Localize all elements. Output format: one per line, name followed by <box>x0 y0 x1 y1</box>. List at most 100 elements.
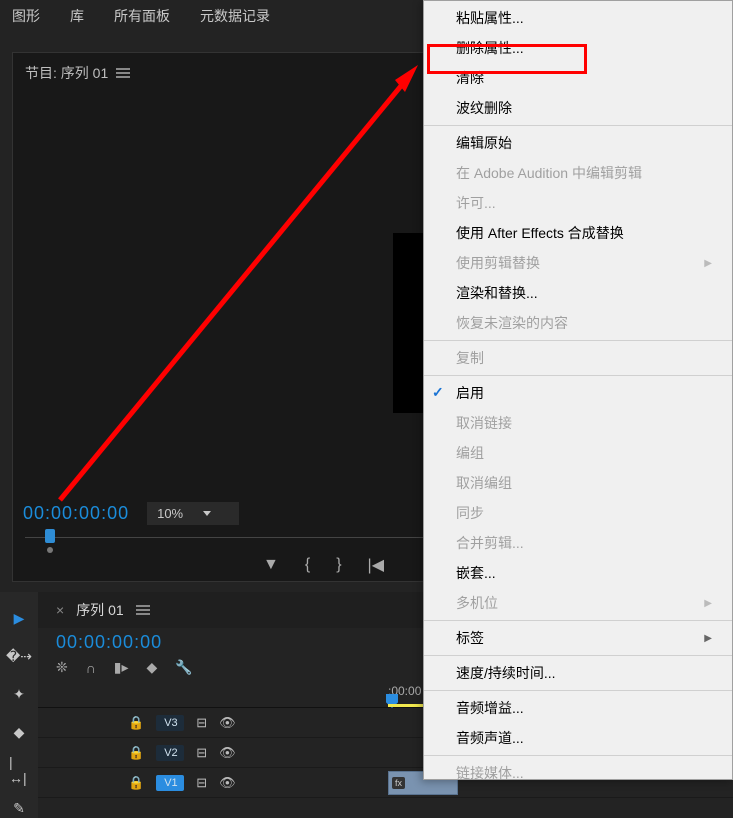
program-timecode[interactable]: 00:00:00:00 <box>23 503 129 524</box>
in-point-icon[interactable]: { <box>305 556 310 574</box>
menu-item: 许可... <box>424 188 732 218</box>
menu-item-label: 在 Adobe Audition 中编辑剪辑 <box>456 163 642 183</box>
menu-item: 取消链接 <box>424 408 732 438</box>
menu-item-label: 使用剪辑替换 <box>456 253 540 273</box>
panel-menu-icon[interactable] <box>116 68 130 78</box>
menu-item[interactable]: ✓启用 <box>424 378 732 408</box>
chevron-down-icon <box>203 511 211 516</box>
menu-item[interactable]: 嵌套... <box>424 558 732 588</box>
track-label[interactable]: V2 <box>156 745 184 761</box>
menu-section: 链接媒体...设为脱机... <box>424 756 732 780</box>
menu-item-label: 取消编组 <box>456 473 512 493</box>
tab-all-panels[interactable]: 所有面板 <box>114 6 170 26</box>
marker-icon[interactable]: ▼ <box>263 556 279 574</box>
lock-icon[interactable]: 🔒 <box>128 715 144 731</box>
lock-icon[interactable]: 🔒 <box>128 745 144 761</box>
eye-icon[interactable]: 👁 <box>219 745 236 761</box>
menu-item-label: 同步 <box>456 503 484 523</box>
track-label[interactable]: V3 <box>156 715 184 731</box>
menu-item[interactable]: 音频声道... <box>424 723 732 753</box>
magnet-icon[interactable]: ∩ <box>86 660 96 676</box>
close-tab-icon[interactable]: × <box>56 602 64 618</box>
menu-item: 合并剪辑... <box>424 528 732 558</box>
menu-item: 在 Adobe Audition 中编辑剪辑 <box>424 158 732 188</box>
menu-item-label: 编辑原始 <box>456 133 512 153</box>
rate-stretch-tool[interactable]: ◆ <box>9 722 29 742</box>
track-output-icon[interactable]: ⊟ <box>196 775 207 791</box>
menu-item: 多机位▶ <box>424 588 732 618</box>
menu-section: 速度/持续时间... <box>424 656 732 691</box>
tab-metadata[interactable]: 元数据记录 <box>200 6 270 26</box>
lock-icon[interactable]: 🔒 <box>128 775 144 791</box>
track-header: 🔒 V1 ⊟ 👁 <box>38 775 378 791</box>
menu-item-label: 启用 <box>456 383 484 403</box>
out-point-icon[interactable]: } <box>336 556 341 574</box>
submenu-arrow-icon: ▶ <box>704 258 712 269</box>
eye-icon[interactable]: 👁 <box>219 715 236 731</box>
slip-tool[interactable]: |↔| <box>9 760 29 780</box>
menu-section: ✓启用取消链接编组取消编组同步合并剪辑... 嵌套... 多机位▶ <box>424 376 732 621</box>
fx-badge: fx <box>392 777 405 789</box>
menu-item[interactable]: 波纹删除 <box>424 93 732 123</box>
menu-item-label: 标签 <box>456 628 484 648</box>
menu-item-label: 使用 After Effects 合成替换 <box>456 223 624 243</box>
menu-item: 链接媒体... <box>424 758 732 780</box>
menu-item-label: 删除属性... <box>456 38 524 58</box>
menu-item[interactable]: 编辑原始 <box>424 128 732 158</box>
menu-item[interactable]: 使用 After Effects 合成替换 <box>424 218 732 248</box>
menu-item-label: 链接媒体... <box>456 763 524 780</box>
menu-section: 粘贴属性... 删除属性... 清除波纹删除 <box>424 1 732 126</box>
menu-item-label: 恢复未渲染的内容 <box>456 313 568 333</box>
zoom-dropdown[interactable]: 10% <box>147 502 239 525</box>
menu-item-label: 音频声道... <box>456 728 524 748</box>
timeline-menu-icon[interactable] <box>136 605 150 615</box>
menu-item-label: 清除 <box>456 68 484 88</box>
menu-item: 取消编组 <box>424 468 732 498</box>
menu-item-label: 复制 <box>456 348 484 368</box>
menu-section: 复制 <box>424 341 732 376</box>
menu-item-label: 嵌套... <box>456 563 496 583</box>
selection-tool[interactable]: ▶ <box>9 608 29 628</box>
marker-add-icon[interactable]: ◆ <box>147 659 158 676</box>
menu-item[interactable]: 标签▶ <box>424 623 732 653</box>
eye-icon[interactable]: 👁 <box>219 775 236 791</box>
menu-item[interactable]: 渲染和替换... <box>424 278 732 308</box>
menu-item-label: 合并剪辑... <box>456 533 524 553</box>
tool-column: ▶ �⇢ ✦ ◆ |↔| ✎ <box>0 592 38 818</box>
menu-item-label: 多机位 <box>456 593 498 613</box>
program-panel-title: 节目: 序列 01 <box>25 63 108 83</box>
menu-item[interactable]: 删除属性... <box>424 33 732 63</box>
snap-icon[interactable]: ❊ <box>56 659 68 676</box>
ripple-edit-tool[interactable]: ✦ <box>9 684 29 704</box>
menu-item[interactable]: 粘贴属性... <box>424 3 732 33</box>
step-back-icon[interactable]: |◀ <box>368 555 384 575</box>
menu-item: 编组 <box>424 438 732 468</box>
sequence-tab-name[interactable]: 序列 01 <box>76 600 123 620</box>
menu-item: 复制 <box>424 343 732 373</box>
track-output-icon[interactable]: ⊟ <box>196 745 207 761</box>
scrub-handle[interactable] <box>45 529 55 543</box>
menu-item-label: 渲染和替换... <box>456 283 538 303</box>
program-control-icons: ▼ { } |◀ <box>263 555 384 575</box>
menu-item-label: 音频增益... <box>456 698 524 718</box>
menu-item-label: 波纹删除 <box>456 98 512 118</box>
menu-item[interactable]: 清除 <box>424 63 732 93</box>
tab-library[interactable]: 库 <box>70 6 84 26</box>
track-output-icon[interactable]: ⊟ <box>196 715 207 731</box>
menu-item[interactable]: 音频增益... <box>424 693 732 723</box>
menu-item-label: 取消链接 <box>456 413 512 433</box>
track-select-tool[interactable]: �⇢ <box>9 646 29 666</box>
tab-graphics[interactable]: 图形 <box>12 6 40 26</box>
scrub-marker <box>47 547 53 553</box>
menu-item: 同步 <box>424 498 732 528</box>
menu-item[interactable]: 速度/持续时间... <box>424 658 732 688</box>
linked-selection-icon[interactable]: ▮▸ <box>114 659 129 676</box>
wrench-icon[interactable]: 🔧 <box>175 659 192 676</box>
menu-item-label: 编组 <box>456 443 484 463</box>
track-label[interactable]: V1 <box>156 775 184 791</box>
menu-item: 使用剪辑替换 ▶ <box>424 248 732 278</box>
context-menu: 粘贴属性... 删除属性... 清除波纹删除编辑原始在 Adobe Audition… <box>423 0 733 780</box>
menu-item-label: 速度/持续时间... <box>456 663 556 683</box>
menu-item-label: 粘贴属性... <box>456 8 524 28</box>
pen-tool[interactable]: ✎ <box>9 798 29 818</box>
